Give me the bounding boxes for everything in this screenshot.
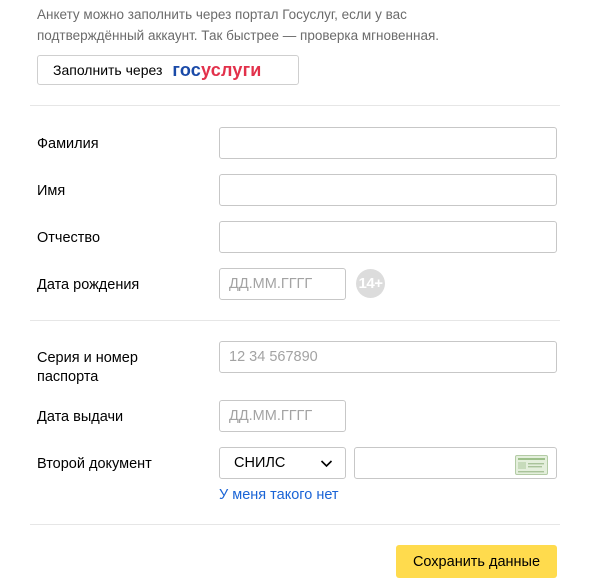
patronymic-input[interactable] <box>219 221 557 253</box>
chevron-down-icon <box>320 457 333 474</box>
second-document-label: Второй документ <box>37 456 152 472</box>
issue-date-label: Дата выдачи <box>37 409 124 425</box>
no-document-link[interactable]: У меня такого нет <box>219 487 339 503</box>
gosuslugi-button-label: Заполнить через <box>53 62 163 78</box>
second-document-select[interactable]: СНИЛС <box>219 447 346 479</box>
first-name-label: Имя <box>37 183 66 199</box>
snils-card-icon <box>515 455 548 480</box>
first-name-input[interactable] <box>219 174 557 206</box>
intro-text: Анкету можно заполнить через портал Госу… <box>37 7 440 43</box>
birth-date-input[interactable] <box>219 268 346 300</box>
gosuslugi-button[interactable]: Заполнить через госуслуги <box>37 55 299 85</box>
age-badge: 14+ <box>356 269 385 298</box>
issue-date-input[interactable] <box>219 400 346 432</box>
patronymic-label: Отчество <box>37 230 101 246</box>
divider <box>30 524 560 525</box>
gosuslugi-logo: госуслуги <box>172 59 262 80</box>
passport-number-label: Серия и номер паспорта <box>37 350 138 385</box>
passport-number-input[interactable] <box>219 341 557 373</box>
second-document-selected-value: СНИЛС <box>234 455 286 471</box>
last-name-label: Фамилия <box>37 136 99 152</box>
last-name-input[interactable] <box>219 127 557 159</box>
save-button[interactable]: Сохранить данные <box>396 545 557 578</box>
birth-date-label: Дата рождения <box>37 277 140 293</box>
divider <box>30 320 560 321</box>
divider <box>30 105 560 106</box>
